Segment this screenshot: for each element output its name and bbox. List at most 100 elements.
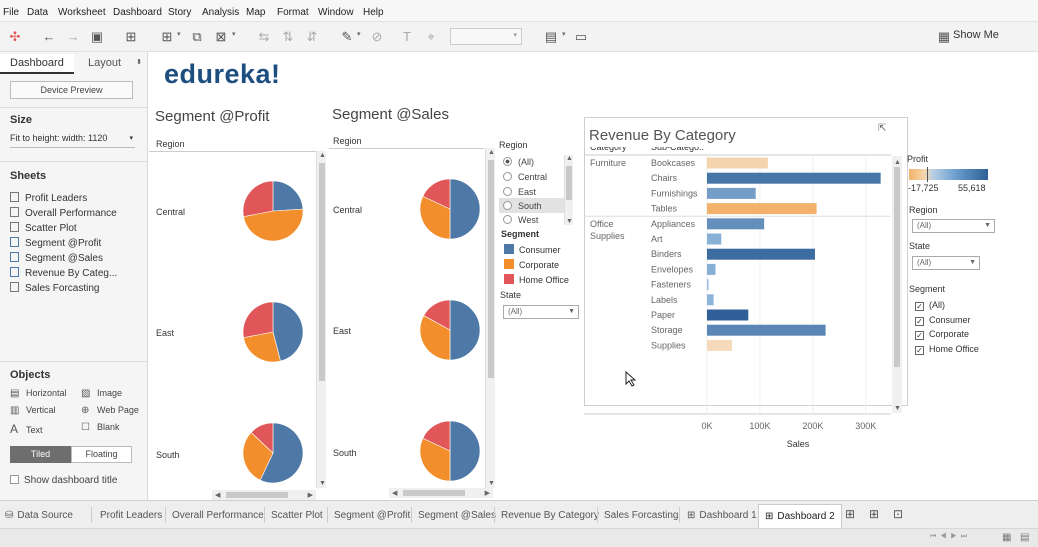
- segment-checkbox-home-office[interactable]: ✓ Home Office: [915, 344, 979, 355]
- bar-bookcases[interactable]: [707, 157, 768, 169]
- scroll-left-icon[interactable]: ◀: [392, 489, 397, 497]
- tableau-logo-icon[interactable]: ✣: [6, 28, 24, 46]
- new-worksheet-caret-icon[interactable]: ▾: [177, 30, 181, 38]
- menu-format[interactable]: Format: [277, 7, 309, 18]
- group-icon[interactable]: ⊘: [368, 28, 386, 46]
- redo-icon[interactable]: →: [64, 28, 82, 46]
- state-filter-dropdown[interactable]: (All) ▼: [503, 305, 579, 319]
- scroll-down-icon[interactable]: ▼: [566, 218, 573, 225]
- swap-icon[interactable]: ⇆: [255, 28, 273, 46]
- legend-item-corporate[interactable]: Corporate: [504, 259, 559, 270]
- clear-sheet-caret-icon[interactable]: ▾: [232, 30, 236, 38]
- new-data-source-icon[interactable]: ⊞: [122, 28, 140, 46]
- object-web-page[interactable]: ⊕ Web Page: [81, 405, 139, 416]
- tab-data-source[interactable]: ⛁ Data Source: [5, 510, 73, 521]
- bar-envelopes[interactable]: [707, 263, 716, 275]
- region-option-central[interactable]: Central: [503, 172, 547, 182]
- segment-checkbox-corporate[interactable]: ✓ Corporate: [915, 329, 969, 340]
- bar-supplies[interactable]: [707, 339, 732, 351]
- bar-fasteners[interactable]: [707, 279, 709, 291]
- tab-overall-performance[interactable]: Overall Performance: [172, 510, 264, 521]
- region-option-west[interactable]: West: [503, 215, 538, 225]
- tiled-button[interactable]: Tiled: [10, 446, 71, 463]
- menu-dashboard[interactable]: Dashboard: [113, 7, 162, 18]
- profit-pie-slice[interactable]: [242, 301, 274, 338]
- show-me-button[interactable]: Show Me: [953, 29, 999, 41]
- device-preview-button[interactable]: Device Preview: [10, 81, 133, 99]
- device-preview-icon[interactable]: ▭: [572, 28, 590, 46]
- region-option-all[interactable]: (All): [503, 157, 534, 167]
- new-worksheet-tab-icon[interactable]: ⊞: [845, 507, 855, 521]
- new-story-tab-icon[interactable]: ⊡: [893, 507, 903, 521]
- sheet-item-segment-sales[interactable]: Segment @Sales: [10, 252, 103, 264]
- scroll-thumb[interactable]: [226, 492, 288, 498]
- presentation-mode-icon[interactable]: ▤: [542, 28, 560, 46]
- sales-pie-slice[interactable]: [449, 299, 481, 361]
- object-horizontal[interactable]: ▤ Horizontal: [10, 388, 67, 399]
- new-worksheet-icon[interactable]: ⊞: [158, 28, 176, 46]
- save-icon[interactable]: ▣: [88, 28, 106, 46]
- scroll-thumb[interactable]: [566, 166, 572, 200]
- fit-dropdown[interactable]: ▾: [450, 28, 522, 45]
- sheet-item-profit-leaders[interactable]: Profit Leaders: [10, 192, 87, 204]
- scroll-thumb[interactable]: [403, 490, 465, 496]
- scroll-up-icon[interactable]: ▲: [566, 155, 573, 162]
- show-me-icon[interactable]: ▦: [935, 28, 953, 46]
- scroll-left-icon[interactable]: ◀: [215, 491, 220, 499]
- bar-storage[interactable]: [707, 324, 826, 336]
- tab-sales-forcasting[interactable]: Sales Forcasting: [604, 510, 678, 521]
- sales-vertical-scrollbar[interactable]: ▲ ▼: [485, 148, 495, 488]
- menu-map[interactable]: Map: [246, 7, 265, 18]
- tab-dashboard[interactable]: Dashboard: [0, 54, 74, 74]
- scroll-up-icon[interactable]: ▲: [894, 159, 901, 166]
- bar-tables[interactable]: [707, 203, 817, 215]
- menu-window[interactable]: Window: [318, 7, 354, 18]
- profit-pie-slice[interactable]: [272, 180, 304, 212]
- tab-revenue-by-category[interactable]: Revenue By Category: [501, 510, 599, 521]
- state-dropdown-right[interactable]: (All) ▼: [912, 256, 980, 270]
- highlight-caret-icon[interactable]: ▾: [357, 30, 361, 38]
- bar-art[interactable]: [707, 233, 722, 245]
- sheet-item-segment-profit[interactable]: Segment @Profit: [10, 237, 101, 249]
- scroll-right-icon[interactable]: ▶: [485, 489, 490, 497]
- tab-profit-leaders[interactable]: Profit Leaders: [100, 510, 162, 521]
- profit-horizontal-scrollbar[interactable]: ◀ ▶: [212, 490, 316, 500]
- tab-dashboard-2[interactable]: ⊞ Dashboard 2: [758, 504, 842, 529]
- region-filter-scrollbar[interactable]: ▲ ▼: [564, 155, 573, 225]
- tab-menu-caret-icon[interactable]: ⬍: [136, 58, 142, 66]
- menu-worksheet[interactable]: Worksheet: [58, 7, 106, 18]
- object-text[interactable]: A Text: [10, 422, 43, 436]
- sales-pie-charts[interactable]: [416, 174, 486, 492]
- clear-sheet-icon[interactable]: ⊠: [212, 28, 230, 46]
- presentation-caret-icon[interactable]: ▾: [562, 30, 566, 38]
- profit-pie-charts[interactable]: [239, 172, 309, 492]
- object-blank[interactable]: ☐ Blank: [81, 422, 120, 433]
- tab-navigation-icon[interactable]: ⏮◀▶⏭: [930, 533, 971, 541]
- profit-pie-slice[interactable]: [242, 180, 274, 217]
- menu-file[interactable]: File: [3, 7, 19, 18]
- legend-item-home-office[interactable]: Home Office: [504, 274, 569, 285]
- sort-descending-icon[interactable]: ⇵: [303, 28, 321, 46]
- region-dropdown-right[interactable]: (All) ▼: [912, 219, 995, 233]
- show-filmstrip-icon[interactable]: ▤: [1020, 532, 1029, 543]
- region-option-south[interactable]: South: [503, 201, 542, 211]
- show-title-checkbox[interactable]: Show dashboard title: [10, 475, 117, 486]
- tab-segment-profit[interactable]: Segment @Profit: [334, 510, 410, 521]
- sales-pie-slice[interactable]: [449, 420, 481, 482]
- revenue-bar-chart[interactable]: Category Sub-Catego.. Furniture Bookcases Ch…: [584, 147, 908, 452]
- open-external-icon[interactable]: ⇱: [878, 123, 886, 134]
- tab-segment-sales[interactable]: Segment @Sales: [418, 510, 496, 521]
- bar-appliances[interactable]: [707, 218, 765, 230]
- undo-icon[interactable]: ←: [40, 28, 58, 46]
- highlight-icon[interactable]: ✎: [338, 28, 356, 46]
- menu-help[interactable]: Help: [363, 7, 384, 18]
- new-dashboard-tab-icon[interactable]: ⊞: [869, 507, 879, 521]
- sheet-item-revenue-by-category[interactable]: Revenue By Categ...: [10, 267, 117, 279]
- bar-labels[interactable]: [707, 294, 714, 306]
- scroll-up-icon[interactable]: ▲: [488, 149, 495, 156]
- menu-story[interactable]: Story: [168, 7, 191, 18]
- scroll-down-icon[interactable]: ▼: [319, 480, 326, 487]
- segment-checkbox-all[interactable]: ✓ (All): [915, 300, 945, 311]
- segment-checkbox-consumer[interactable]: ✓ Consumer: [915, 315, 971, 326]
- bar-chairs[interactable]: [707, 172, 881, 184]
